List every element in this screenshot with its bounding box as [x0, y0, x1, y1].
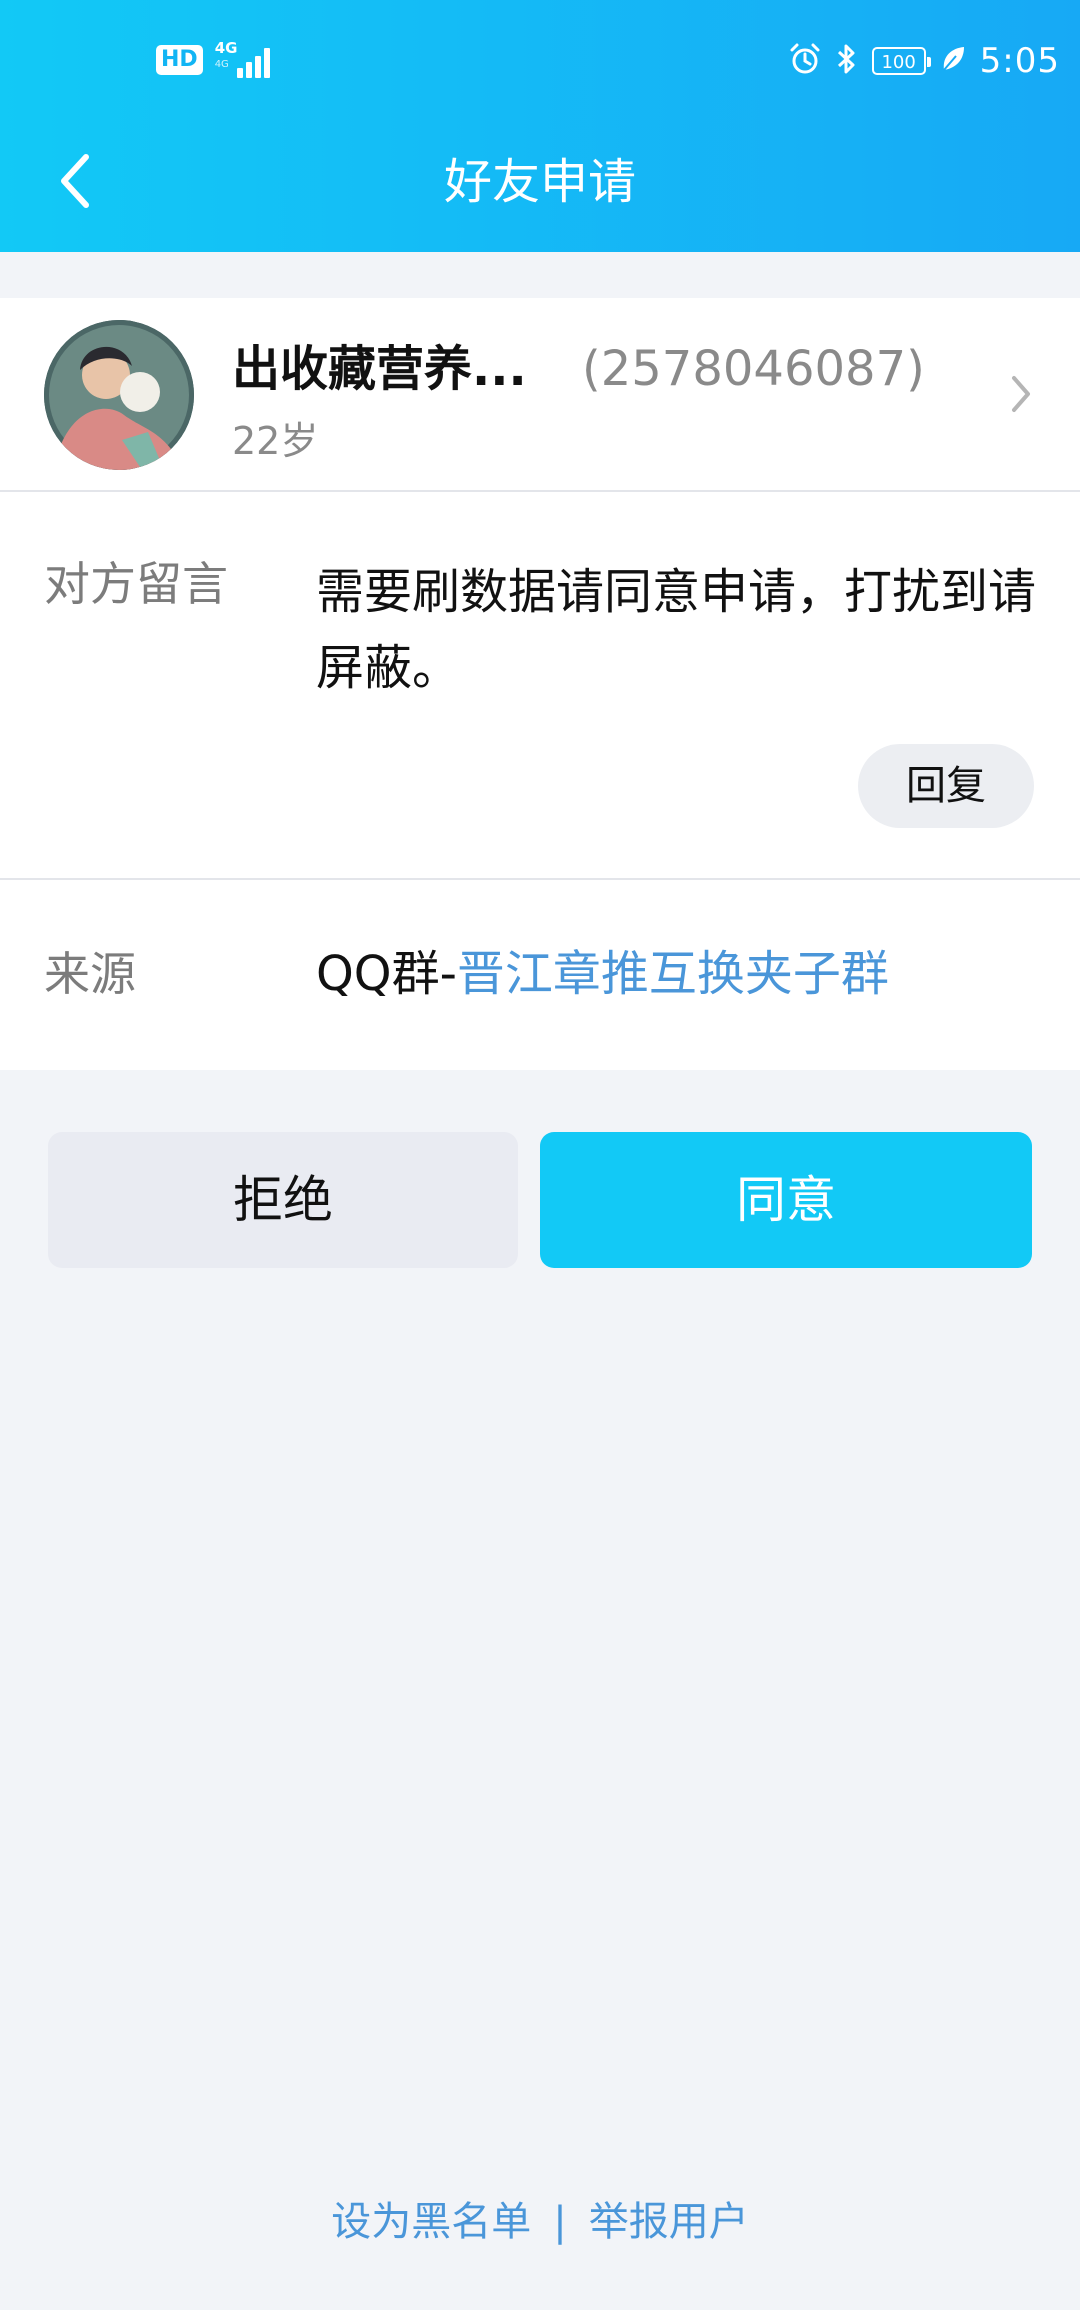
source-group-link[interactable]: 晋江章推互换夹子群 — [457, 946, 889, 1002]
profile-card[interactable]: 出收藏营养... (2578046087) 22岁 — [0, 298, 1080, 492]
source-label: 来源 — [44, 947, 136, 1001]
report-user-link[interactable]: 举报用户 — [589, 2199, 749, 2245]
alarm-icon — [788, 42, 822, 80]
message-text: 需要刷数据请同意申请，打扰到请屏蔽。 — [316, 564, 1037, 696]
network-sub: 4G — [214, 59, 229, 70]
status-bar: HD 4G 4G 100 5:05 — [0, 0, 1080, 124]
leaf-icon — [940, 44, 966, 78]
accept-button[interactable]: 同意 — [540, 1132, 1032, 1268]
reply-button[interactable]: 回复 — [858, 744, 1034, 828]
source-value: QQ群-晋江章推互换夹子群 — [316, 944, 889, 1004]
status-left: HD 4G 4G — [156, 40, 275, 80]
footer-links: 设为黑名单 | 举报用户 — [0, 2196, 1080, 2248]
nickname: 出收藏营养... — [232, 341, 527, 397]
age: 22岁 — [232, 419, 319, 463]
signal-icon: 4G 4G — [215, 40, 275, 80]
source-prefix: QQ群- — [316, 946, 457, 1002]
message-section: 对方留言 需要刷数据请同意申请，打扰到请屏蔽。 回复 — [0, 492, 1080, 880]
page-title: 好友申请 — [443, 154, 636, 210]
clock: 5:05 — [979, 41, 1060, 81]
footer-separator: | — [553, 2199, 567, 2245]
message-label: 对方留言 — [44, 557, 228, 611]
chevron-right-icon — [1010, 374, 1032, 418]
header: HD 4G 4G 100 5:05 好友申请 — [0, 0, 1080, 252]
network-type: 4G — [214, 39, 238, 57]
bluetooth-icon — [836, 42, 858, 80]
nav-bar: 好友申请 — [0, 124, 1080, 252]
hd-badge: HD — [156, 45, 203, 75]
blacklist-link[interactable]: 设为黑名单 — [331, 2199, 531, 2245]
status-right: 100 5:05 — [774, 36, 1060, 86]
reject-button[interactable]: 拒绝 — [48, 1132, 518, 1268]
qq-number: (2578046087) — [582, 341, 925, 397]
avatar[interactable] — [44, 320, 194, 470]
source-section: 来源 QQ群-晋江章推互换夹子群 — [0, 880, 1080, 1070]
battery-icon: 100 — [871, 47, 931, 75]
